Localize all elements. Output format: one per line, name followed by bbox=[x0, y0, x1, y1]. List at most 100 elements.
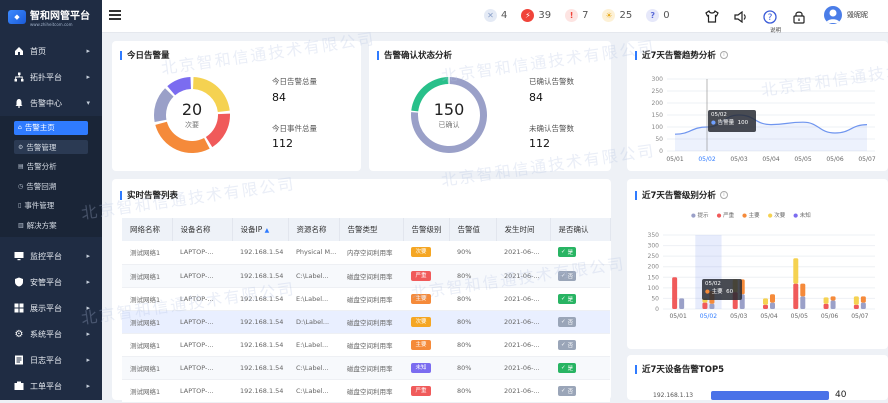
donut-slice[interactable] bbox=[167, 77, 191, 95]
bar-segment[interactable] bbox=[800, 284, 805, 297]
unconfirmed-value: 112 bbox=[529, 137, 550, 150]
badge-unknown[interactable]: ? 0 bbox=[646, 9, 669, 22]
bar-segment[interactable] bbox=[831, 296, 836, 300]
y-tick-label: 0 bbox=[655, 306, 659, 313]
confirm-badge[interactable]: ✓否 bbox=[558, 340, 576, 350]
bar-segment[interactable] bbox=[763, 298, 768, 304]
sidebar-subitem-event-manage[interactable]: ▯事件管理 bbox=[0, 196, 102, 216]
tshirt-icon[interactable] bbox=[704, 9, 719, 24]
bar-segment[interactable] bbox=[702, 303, 707, 309]
column-header-device[interactable]: 设备名称 bbox=[172, 218, 232, 241]
bar-segment[interactable] bbox=[679, 298, 684, 309]
x-tick-label: 05/04 bbox=[760, 313, 777, 320]
table-row[interactable]: 测试网络1LAPTOP-...192.168.1.54E:\Label...磁盘… bbox=[122, 333, 610, 356]
user-menu[interactable]: 毁昵昵 bbox=[824, 6, 868, 24]
bar-segment[interactable] bbox=[793, 284, 798, 309]
sidebar-item-alarm-center[interactable]: 告警中心 ▾ bbox=[0, 90, 102, 116]
table-row[interactable]: 测试网络1LAPTOP-...192.168.1.54C:\Label...磁盘… bbox=[122, 379, 610, 402]
legend-item[interactable]: ● 主要 bbox=[742, 211, 760, 219]
level-badge: 严重 bbox=[411, 386, 431, 396]
bar-segment[interactable] bbox=[709, 304, 714, 309]
sidebar-item-log[interactable]: 日志平台 ▸ bbox=[0, 347, 102, 373]
bar-segment[interactable] bbox=[824, 304, 829, 309]
table-cell: LAPTOP-... bbox=[172, 333, 232, 356]
legend-item[interactable]: ● 未知 bbox=[793, 211, 811, 219]
bar-segment[interactable] bbox=[770, 303, 775, 309]
sidebar-subitem-alarm-manage[interactable]: ⚙告警管理 bbox=[0, 138, 102, 158]
table-cell: ✓是 bbox=[550, 356, 610, 379]
bar-segment[interactable] bbox=[763, 305, 768, 309]
sidebar-subitem-alarm-analysis[interactable]: ▤告警分析 bbox=[0, 157, 102, 177]
bar-segment[interactable] bbox=[672, 277, 677, 309]
column-header-value[interactable]: 告警值 bbox=[449, 218, 496, 241]
bar-segment[interactable] bbox=[861, 303, 866, 309]
column-header-confirmed[interactable]: 是否确认 bbox=[550, 218, 610, 241]
sidebar-item-security[interactable]: 安管平台 ▸ bbox=[0, 269, 102, 295]
column-header-type[interactable]: 告警类型 bbox=[339, 218, 403, 241]
legend-item[interactable]: ● 次要 bbox=[768, 211, 786, 219]
legend-item[interactable]: ● 提示 bbox=[691, 211, 709, 219]
exclamation-icon: ! bbox=[565, 9, 578, 22]
bar-segment[interactable] bbox=[854, 305, 859, 309]
sidebar-item-topology[interactable]: 拓扑平台 ▸ bbox=[0, 64, 102, 90]
info-icon[interactable]: i bbox=[720, 51, 728, 59]
bar-segment[interactable] bbox=[770, 294, 775, 302]
bar-segment[interactable] bbox=[861, 296, 866, 302]
table-cell: LAPTOP-... bbox=[172, 356, 232, 379]
sidebar-subitem-solutions[interactable]: ▥解决方案 bbox=[0, 216, 102, 236]
sidebar-item-system[interactable]: ⚙ 系统平台 ▸ bbox=[0, 321, 102, 347]
lock-icon[interactable] bbox=[791, 9, 806, 24]
column-header-ip[interactable]: 设备IP ▲ bbox=[232, 218, 288, 241]
column-header-resource[interactable]: 资源名称 bbox=[288, 218, 339, 241]
confirm-badge[interactable]: ✓否 bbox=[558, 386, 576, 396]
bar-segment[interactable] bbox=[854, 296, 859, 304]
table-row[interactable]: 测试网络1LAPTOP-...192.168.1.54C:\Label...磁盘… bbox=[122, 356, 610, 379]
sidebar-item-monitor[interactable]: 监控平台 ▸ bbox=[0, 243, 102, 269]
bar-segment[interactable] bbox=[800, 296, 805, 309]
sidebar-subitem-alarm-home[interactable]: ⌂告警主页 bbox=[0, 118, 102, 138]
table-cell: 80% bbox=[449, 287, 496, 310]
confirm-badge[interactable]: ✓是 bbox=[558, 247, 576, 257]
sidebar-item-home[interactable]: 首页 ▸ bbox=[0, 38, 102, 64]
table-row[interactable]: 测试网络1LAPTOP-...192.168.1.54E:\Label...磁盘… bbox=[122, 287, 610, 310]
badge-critical[interactable]: ⚡ 39 bbox=[521, 9, 551, 22]
top5-value: 40 bbox=[835, 390, 846, 400]
table-cell: D:\Label... bbox=[288, 310, 339, 333]
table-row[interactable]: 测试网络1LAPTOP-...192.168.1.54D:\Label...磁盘… bbox=[122, 310, 610, 333]
table-cell: 80% bbox=[449, 379, 496, 402]
table-row[interactable]: 测试网络1LAPTOP-...192.168.1.54Physical M...… bbox=[122, 241, 610, 264]
app-logo[interactable]: ◆ 智和网管平台 www.zhiheitcom.com bbox=[0, 0, 102, 34]
table-cell: 192.168.1.54 bbox=[232, 287, 288, 310]
confirm-badge[interactable]: ✓是 bbox=[558, 363, 576, 373]
confirm-badge[interactable]: ✓是 bbox=[558, 294, 576, 304]
sidebar-subitem-alarm-trace[interactable]: ◷告警回溯 bbox=[0, 177, 102, 197]
chevron-down-icon: ▾ bbox=[86, 99, 90, 107]
legend-item[interactable]: ● 严重 bbox=[717, 211, 735, 219]
column-header-level[interactable]: 告警级别 bbox=[403, 218, 449, 241]
badge-minor[interactable]: ☀ 25 bbox=[602, 9, 632, 22]
sidebar-item-label: 安管平台 bbox=[30, 277, 62, 288]
bar-segment[interactable] bbox=[831, 301, 836, 309]
sidebar-item-ticket[interactable]: 工单平台 ▸ bbox=[0, 373, 102, 399]
bar-segment[interactable] bbox=[793, 258, 798, 283]
table-row[interactable]: 测试网络1LAPTOP-...192.168.1.54C:\Label...磁盘… bbox=[122, 264, 610, 287]
sidebar-item-display[interactable]: 展示平台 ▸ bbox=[0, 295, 102, 321]
badge-major[interactable]: ! 7 bbox=[565, 9, 588, 22]
confirm-badge[interactable]: ✓否 bbox=[558, 271, 576, 281]
table-cell: LAPTOP-... bbox=[172, 310, 232, 333]
column-header-time[interactable]: 发生时间 bbox=[496, 218, 550, 241]
help-icon[interactable]: ? bbox=[762, 9, 777, 24]
unconfirmed-label: 未确认告警数 bbox=[529, 123, 574, 134]
chevron-right-icon: ▸ bbox=[86, 304, 90, 312]
menu-toggle-icon[interactable] bbox=[109, 10, 121, 22]
info-icon[interactable]: i bbox=[720, 191, 728, 199]
sort-icon[interactable]: ▲ bbox=[265, 227, 270, 234]
check-icon: ✓ bbox=[561, 319, 566, 325]
badge-cleared[interactable]: ✕ 4 bbox=[484, 9, 507, 22]
table-cell: 2021-06-... bbox=[496, 356, 550, 379]
column-header-network[interactable]: 网络名称 bbox=[122, 218, 172, 241]
bar-segment[interactable] bbox=[824, 297, 829, 303]
speaker-icon[interactable] bbox=[733, 9, 748, 24]
avatar bbox=[824, 6, 842, 24]
confirm-badge[interactable]: ✓否 bbox=[558, 317, 576, 327]
